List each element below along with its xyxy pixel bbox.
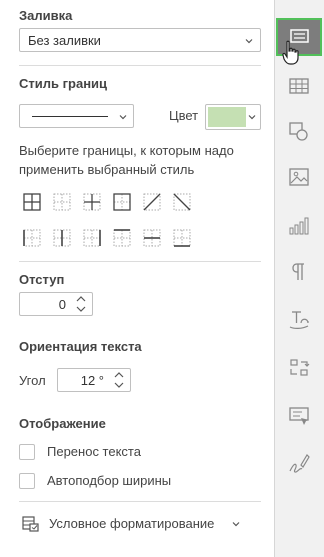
angle-label: Угол (19, 373, 46, 388)
fill-title: Заливка (19, 8, 73, 23)
text-art-icon[interactable] (287, 308, 313, 334)
form-icon[interactable] (287, 404, 313, 430)
chevron-down-icon (119, 113, 127, 121)
indent-value: 0 (58, 297, 66, 312)
conditional-formatting-icon[interactable] (22, 515, 40, 533)
paragraph-icon[interactable] (287, 260, 313, 286)
angle-value: 12 ° (80, 373, 104, 388)
border-outer-icon[interactable] (112, 192, 132, 212)
spinner-arrows-icon[interactable] (72, 294, 90, 314)
wrap-text-checkbox[interactable] (19, 444, 35, 460)
divider (19, 501, 261, 502)
image-icon[interactable] (287, 165, 313, 191)
border-none-icon[interactable] (52, 192, 72, 212)
border-hint-text: Выберите границы, к которым надо примени… (19, 143, 234, 177)
pivot-icon[interactable] (287, 356, 313, 382)
chart-icon[interactable] (287, 214, 313, 240)
line-style-preview (32, 116, 108, 117)
border-style-title: Стиль границ (19, 76, 108, 91)
text-orientation-title: Ориентация текста (19, 339, 142, 354)
divider (19, 65, 261, 66)
border-bottom-icon[interactable] (172, 228, 192, 248)
spinner-arrows-icon[interactable] (110, 370, 128, 390)
cell-settings-panel: Заливка Без заливки Стиль границ Цвет Вы… (0, 0, 274, 557)
border-inner-icon[interactable] (82, 192, 102, 212)
chevron-down-icon (248, 113, 256, 121)
table-icon[interactable] (287, 74, 313, 100)
divider (19, 261, 261, 262)
border-left-icon[interactable] (22, 228, 42, 248)
wrap-text-label[interactable]: Перенос текста (47, 444, 141, 459)
border-inner-horizontal-icon[interactable] (142, 228, 162, 248)
indent-title: Отступ (19, 272, 65, 287)
hand-cursor-icon (282, 40, 300, 69)
border-line-select[interactable] (19, 104, 134, 128)
fill-select[interactable]: Без заливки (19, 28, 261, 52)
autofit-checkbox[interactable] (19, 473, 35, 489)
display-title: Отображение (19, 416, 106, 431)
autofit-label[interactable]: Автоподбор ширины (47, 473, 171, 488)
chevron-down-icon (245, 37, 253, 45)
border-diagonal-up-icon[interactable] (142, 192, 162, 212)
shape-icon[interactable] (287, 119, 313, 145)
indent-spinner[interactable]: 0 (19, 292, 93, 316)
border-color-label: Цвет (169, 108, 199, 123)
border-all-icon[interactable] (22, 192, 42, 212)
border-color-picker[interactable] (205, 104, 261, 130)
color-swatch (208, 107, 246, 127)
border-diagonal-down-icon[interactable] (172, 192, 192, 212)
chevron-down-icon (232, 520, 240, 528)
signature-icon[interactable] (287, 451, 313, 477)
conditional-formatting-button[interactable]: Условное форматирование (49, 516, 214, 531)
fill-select-value: Без заливки (28, 33, 101, 48)
angle-spinner[interactable]: 12 ° (57, 368, 131, 392)
border-right-icon[interactable] (82, 228, 102, 248)
border-inner-vertical-icon[interactable] (52, 228, 72, 248)
border-top-icon[interactable] (112, 228, 132, 248)
